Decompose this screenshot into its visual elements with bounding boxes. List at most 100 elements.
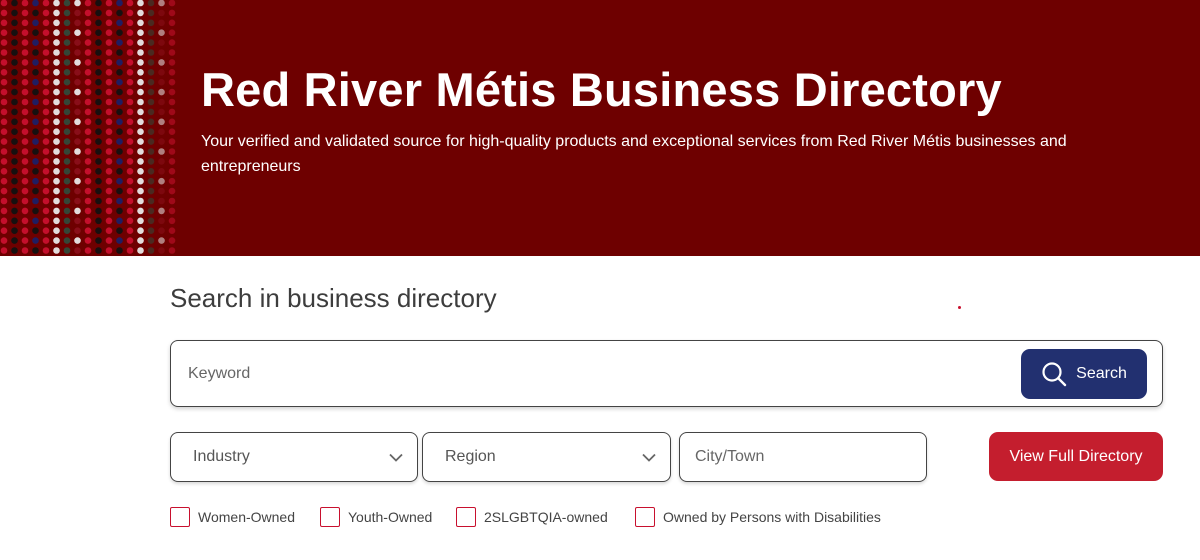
bead — [32, 49, 39, 56]
bead — [158, 19, 165, 27]
bead — [168, 29, 176, 36]
bead — [137, 59, 144, 66]
industry-select[interactable]: Industry — [170, 432, 418, 482]
bead — [95, 217, 102, 225]
bead — [137, 138, 144, 145]
bead — [21, 217, 29, 225]
bead — [63, 118, 71, 126]
bead — [168, 39, 176, 46]
bead — [158, 49, 165, 56]
bead — [0, 247, 8, 254]
bead — [116, 138, 123, 145]
bead — [95, 158, 102, 165]
bead — [105, 187, 113, 195]
bead — [74, 88, 81, 96]
bead — [95, 59, 102, 66]
bead — [63, 247, 71, 254]
bead — [116, 0, 123, 7]
bead — [116, 237, 123, 244]
filter-label: Youth-Owned — [348, 509, 433, 525]
bead — [0, 9, 8, 17]
bead — [0, 69, 8, 76]
bead — [53, 88, 60, 96]
bead — [126, 29, 134, 36]
bead — [116, 9, 123, 17]
bead — [95, 118, 102, 126]
bead — [158, 9, 165, 17]
bead — [126, 78, 134, 86]
bead — [42, 29, 50, 36]
bead — [63, 88, 71, 96]
region-select[interactable]: Region — [422, 432, 671, 482]
bead — [126, 227, 134, 234]
filter-women-owned[interactable]: Women-Owned — [170, 507, 295, 527]
disabilities-owned-checkbox[interactable] — [635, 507, 655, 527]
bead — [116, 197, 123, 205]
bead — [95, 138, 102, 145]
bead — [11, 197, 18, 205]
bead — [53, 207, 60, 215]
bead — [158, 88, 165, 96]
bead — [53, 49, 60, 56]
city-town-input[interactable] — [679, 432, 927, 482]
bead — [147, 29, 155, 36]
bead — [126, 207, 134, 215]
bead — [74, 237, 81, 244]
bead — [0, 128, 8, 135]
bead — [0, 88, 8, 96]
bead — [95, 39, 102, 46]
page-subtitle: Your verified and validated source for h… — [201, 133, 1067, 175]
bead — [53, 168, 60, 175]
bead — [116, 217, 123, 225]
women-owned-checkbox[interactable] — [170, 507, 190, 527]
bead — [53, 227, 60, 234]
youth-owned-checkbox[interactable] — [320, 507, 340, 527]
bead — [158, 187, 165, 195]
bead — [32, 187, 39, 195]
bead — [84, 78, 92, 86]
bead — [0, 207, 8, 215]
bead — [63, 59, 71, 66]
bead — [116, 78, 123, 86]
bead — [42, 148, 50, 155]
bead — [42, 69, 50, 76]
bead — [21, 9, 29, 17]
keyword-input[interactable] — [188, 355, 1008, 393]
bead — [105, 158, 113, 165]
bead — [21, 158, 29, 165]
view-full-directory-button[interactable]: View Full Directory — [989, 432, 1163, 481]
bead — [0, 59, 8, 66]
bead — [53, 237, 60, 244]
bead — [42, 138, 50, 145]
bead — [137, 128, 144, 135]
bead — [84, 98, 92, 106]
2slgbtqia-owned-checkbox[interactable] — [456, 507, 476, 527]
bead — [95, 108, 102, 116]
bead — [168, 237, 176, 244]
filter-youth-owned[interactable]: Youth-Owned — [320, 507, 432, 527]
bead — [42, 227, 50, 234]
bead — [42, 168, 50, 175]
search-button[interactable]: Search — [1021, 349, 1147, 399]
bead — [168, 138, 176, 145]
bead — [168, 128, 176, 135]
bead — [32, 19, 39, 27]
bead — [63, 197, 71, 205]
bead — [147, 217, 155, 225]
bead — [53, 158, 60, 165]
bead — [32, 98, 39, 106]
search-icon — [1042, 362, 1067, 387]
bead — [158, 0, 165, 7]
bead — [53, 128, 60, 135]
bead — [95, 49, 102, 56]
bead — [63, 108, 71, 116]
bead — [63, 39, 71, 46]
filter-disabilities-owned[interactable]: Owned by Persons with Disabilities — [635, 507, 881, 527]
bead — [21, 19, 29, 27]
bead — [21, 29, 29, 36]
bead — [74, 0, 81, 7]
bead — [21, 168, 29, 175]
bead — [32, 197, 39, 205]
filter-2slgbtqia-owned[interactable]: 2SLGBTQIA-owned — [456, 507, 608, 527]
bead — [21, 138, 29, 145]
